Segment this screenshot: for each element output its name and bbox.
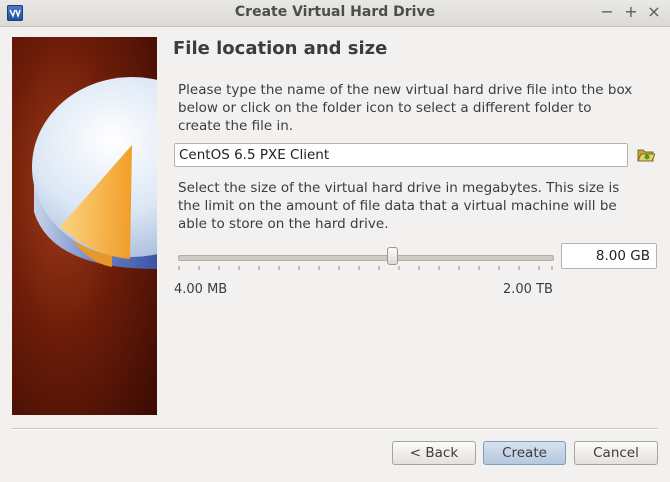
page-title: File location and size bbox=[173, 38, 388, 59]
close-button[interactable]: × bbox=[645, 3, 663, 21]
size-slider-track[interactable] bbox=[178, 255, 554, 261]
minimize-button[interactable]: − bbox=[598, 3, 616, 21]
create-button[interactable]: Create bbox=[483, 441, 566, 465]
slider-ticks bbox=[178, 266, 553, 270]
folder-icon[interactable] bbox=[637, 147, 656, 163]
size-slider-handle[interactable] bbox=[387, 247, 398, 265]
size-instructions: Select the size of the virtual hard driv… bbox=[178, 180, 620, 232]
file-location-input[interactable] bbox=[174, 143, 628, 167]
button-separator bbox=[12, 428, 658, 430]
hard-drive-illustration bbox=[12, 37, 157, 415]
slider-max-label: 2.00 TB bbox=[503, 282, 553, 297]
window-title: Create Virtual Hard Drive bbox=[234, 4, 436, 20]
slider-min-label: 4.00 MB bbox=[174, 282, 228, 297]
title-bar[interactable]: Create Virtual Hard Drive − + × bbox=[0, 0, 670, 27]
location-instructions: Please type the name of the new virtual … bbox=[178, 82, 633, 134]
size-input[interactable] bbox=[561, 243, 657, 269]
cancel-button[interactable]: Cancel bbox=[574, 441, 658, 465]
back-button[interactable]: < Back bbox=[392, 441, 476, 465]
maximize-button[interactable]: + bbox=[622, 3, 640, 21]
